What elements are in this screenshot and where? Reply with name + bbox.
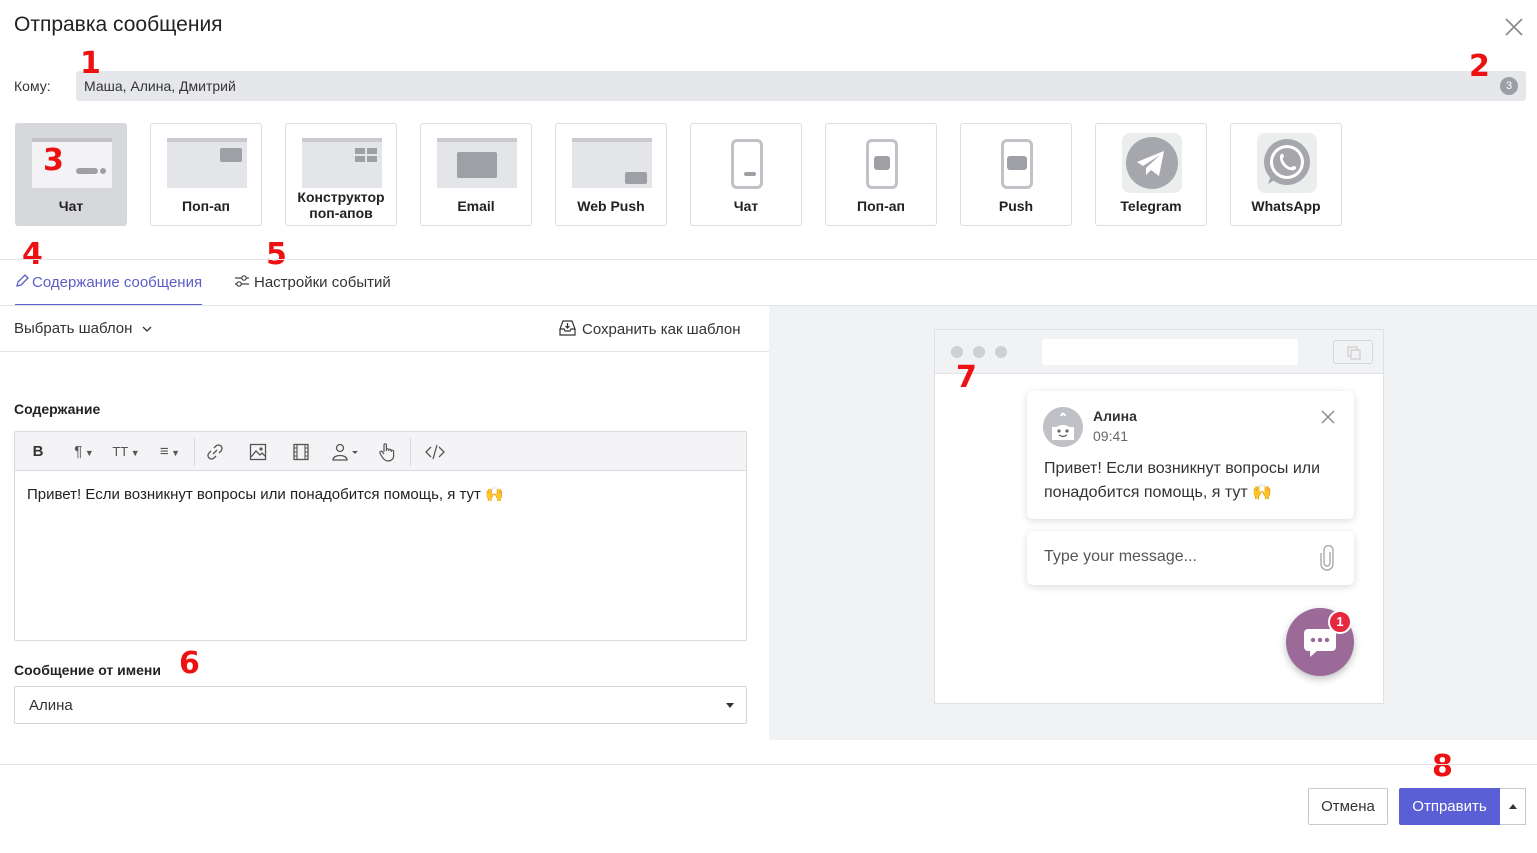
annotation-marker-1: 1 bbox=[80, 46, 101, 81]
channel-tile-whatsapp[interactable]: WhatsApp bbox=[1230, 123, 1342, 226]
recipients-label: Кому: bbox=[14, 78, 51, 94]
close-icon[interactable] bbox=[1503, 16, 1525, 38]
channel-label: WhatsApp bbox=[1251, 198, 1321, 214]
tab-label: Содержание сообщения bbox=[32, 274, 203, 291]
channel-tile-popup[interactable]: Поп-ап bbox=[150, 123, 262, 226]
save-template-label: Сохранить как шаблон bbox=[582, 321, 741, 338]
save-template-icon bbox=[559, 320, 576, 336]
channel-tile-chat[interactable]: Чат bbox=[15, 123, 127, 226]
recipients-count-badge: 3 bbox=[1500, 77, 1518, 95]
channel-label: Чат bbox=[733, 198, 759, 214]
web-push-icon bbox=[572, 138, 652, 188]
text-size-button[interactable]: TT ▼ bbox=[110, 441, 142, 463]
operator-name: Алина bbox=[1093, 408, 1137, 424]
pencil-icon bbox=[16, 274, 29, 287]
annotation-marker-4: 4 bbox=[22, 237, 43, 272]
channel-label: Web Push bbox=[577, 198, 645, 214]
mobile-push-icon bbox=[1001, 139, 1033, 189]
channel-label: Telegram bbox=[1120, 198, 1182, 214]
choose-template-label: Выбрать шаблон bbox=[14, 320, 133, 337]
window-dot-icon bbox=[995, 346, 1007, 358]
caret-up-icon bbox=[1509, 804, 1517, 809]
sliders-icon bbox=[235, 275, 249, 287]
message-text: Привет! Если возникнут вопросы или понад… bbox=[1044, 460, 1321, 501]
channel-tile-email[interactable]: Email bbox=[420, 123, 532, 226]
annotation-marker-2: 2 bbox=[1469, 49, 1490, 84]
email-icon bbox=[437, 138, 517, 188]
editor-toolbar: B ¶ ▼ TT ▼ ≡ ▼ bbox=[15, 432, 746, 471]
channel-label: Push bbox=[998, 198, 1034, 214]
tab-label: Настройки событий bbox=[254, 274, 391, 291]
channel-tile-telegram[interactable]: Telegram bbox=[1095, 123, 1207, 226]
whatsapp-icon bbox=[1264, 139, 1310, 185]
hand-pointer-icon[interactable] bbox=[377, 442, 397, 462]
popup-builder-icon bbox=[302, 138, 382, 188]
close-icon[interactable] bbox=[1320, 409, 1336, 425]
chat-input-placeholder: Type your message... bbox=[1044, 548, 1197, 565]
browser-bar bbox=[935, 330, 1383, 374]
chat-message-card: Алина 09:41 Привет! Если возникнут вопро… bbox=[1027, 391, 1354, 519]
chat-bubble-icon bbox=[1304, 629, 1336, 657]
image-icon[interactable] bbox=[249, 443, 267, 461]
channel-tile-web-push[interactable]: Web Push bbox=[555, 123, 667, 226]
channel-label: Поп-ап bbox=[857, 198, 905, 214]
align-button[interactable]: ≡ ▼ bbox=[155, 441, 185, 463]
address-bar bbox=[1042, 339, 1298, 365]
link-icon[interactable] bbox=[206, 443, 224, 461]
send-button[interactable]: Отправить bbox=[1399, 788, 1500, 825]
channel-label: Email bbox=[457, 198, 495, 214]
chat-launcher-button[interactable]: 1 bbox=[1286, 608, 1354, 676]
sender-select[interactable]: Алина bbox=[14, 686, 747, 724]
telegram-icon bbox=[1126, 137, 1178, 189]
channel-tile-mobile-push[interactable]: Push bbox=[960, 123, 1072, 226]
tab-event-settings[interactable]: Настройки событий bbox=[234, 274, 391, 306]
chat-input[interactable]: Type your message... bbox=[1027, 531, 1354, 585]
sender-value: Алина bbox=[29, 697, 73, 714]
video-icon[interactable] bbox=[292, 443, 310, 461]
divider bbox=[0, 764, 1537, 765]
channel-label: Конструктор поп-апов bbox=[297, 189, 385, 221]
code-view-icon[interactable] bbox=[425, 443, 445, 461]
message-time: 09:41 bbox=[1093, 428, 1129, 444]
bold-button[interactable]: B bbox=[29, 441, 47, 463]
unread-badge: 1 bbox=[1328, 610, 1352, 634]
chevron-down-icon bbox=[142, 326, 152, 332]
choose-template-dropdown[interactable]: Выбрать шаблон bbox=[14, 320, 152, 337]
window-dot-icon bbox=[973, 346, 985, 358]
divider bbox=[0, 259, 1537, 260]
rich-text-editor[interactable]: B ¶ ▼ TT ▼ ≡ ▼ Привет! Если возникнут во… bbox=[14, 431, 747, 641]
annotation-marker-5: 5 bbox=[266, 237, 287, 272]
caret-down-icon bbox=[726, 703, 734, 708]
page-title: Отправка сообщения bbox=[14, 13, 223, 36]
paperclip-icon[interactable] bbox=[1317, 545, 1337, 571]
annotation-marker-7: 7 bbox=[956, 360, 977, 395]
editor-content[interactable]: Привет! Если возникнут вопросы или понад… bbox=[27, 485, 504, 503]
recipients-value: Маша, Алина, Дмитрий bbox=[84, 78, 236, 94]
channel-tile-mobile-popup[interactable]: Поп-ап bbox=[825, 123, 937, 226]
annotation-marker-3: 3 bbox=[43, 143, 64, 178]
avatar bbox=[1043, 407, 1083, 447]
channel-tile-popup-builder[interactable]: Конструктор поп-апов bbox=[285, 123, 397, 226]
annotation-marker-6: 6 bbox=[179, 646, 200, 681]
channel-label: Чат bbox=[58, 198, 84, 214]
sender-label: Сообщение от имени bbox=[14, 662, 161, 678]
save-as-template-button[interactable]: Сохранить как шаблон bbox=[559, 320, 741, 338]
tab-message-content[interactable]: Содержание сообщения bbox=[15, 274, 203, 306]
divider bbox=[0, 351, 769, 352]
channel-tile-mobile-chat[interactable]: Чат bbox=[690, 123, 802, 226]
personalization-icon[interactable] bbox=[331, 443, 361, 461]
channel-label: Поп-ап bbox=[182, 198, 230, 214]
mobile-popup-icon bbox=[866, 139, 898, 189]
window-dot-icon bbox=[951, 346, 963, 358]
cancel-button[interactable]: Отмена bbox=[1308, 788, 1388, 825]
mobile-chat-icon bbox=[731, 139, 763, 189]
popup-icon bbox=[167, 138, 247, 188]
paragraph-button[interactable]: ¶ ▼ bbox=[69, 441, 99, 463]
copy-icon bbox=[1333, 340, 1373, 364]
content-label: Содержание bbox=[14, 401, 101, 417]
recipients-field[interactable]: Маша, Алина, Дмитрий 3 bbox=[76, 71, 1526, 101]
annotation-marker-8: 8 bbox=[1432, 749, 1453, 784]
send-options-button[interactable] bbox=[1500, 788, 1526, 825]
